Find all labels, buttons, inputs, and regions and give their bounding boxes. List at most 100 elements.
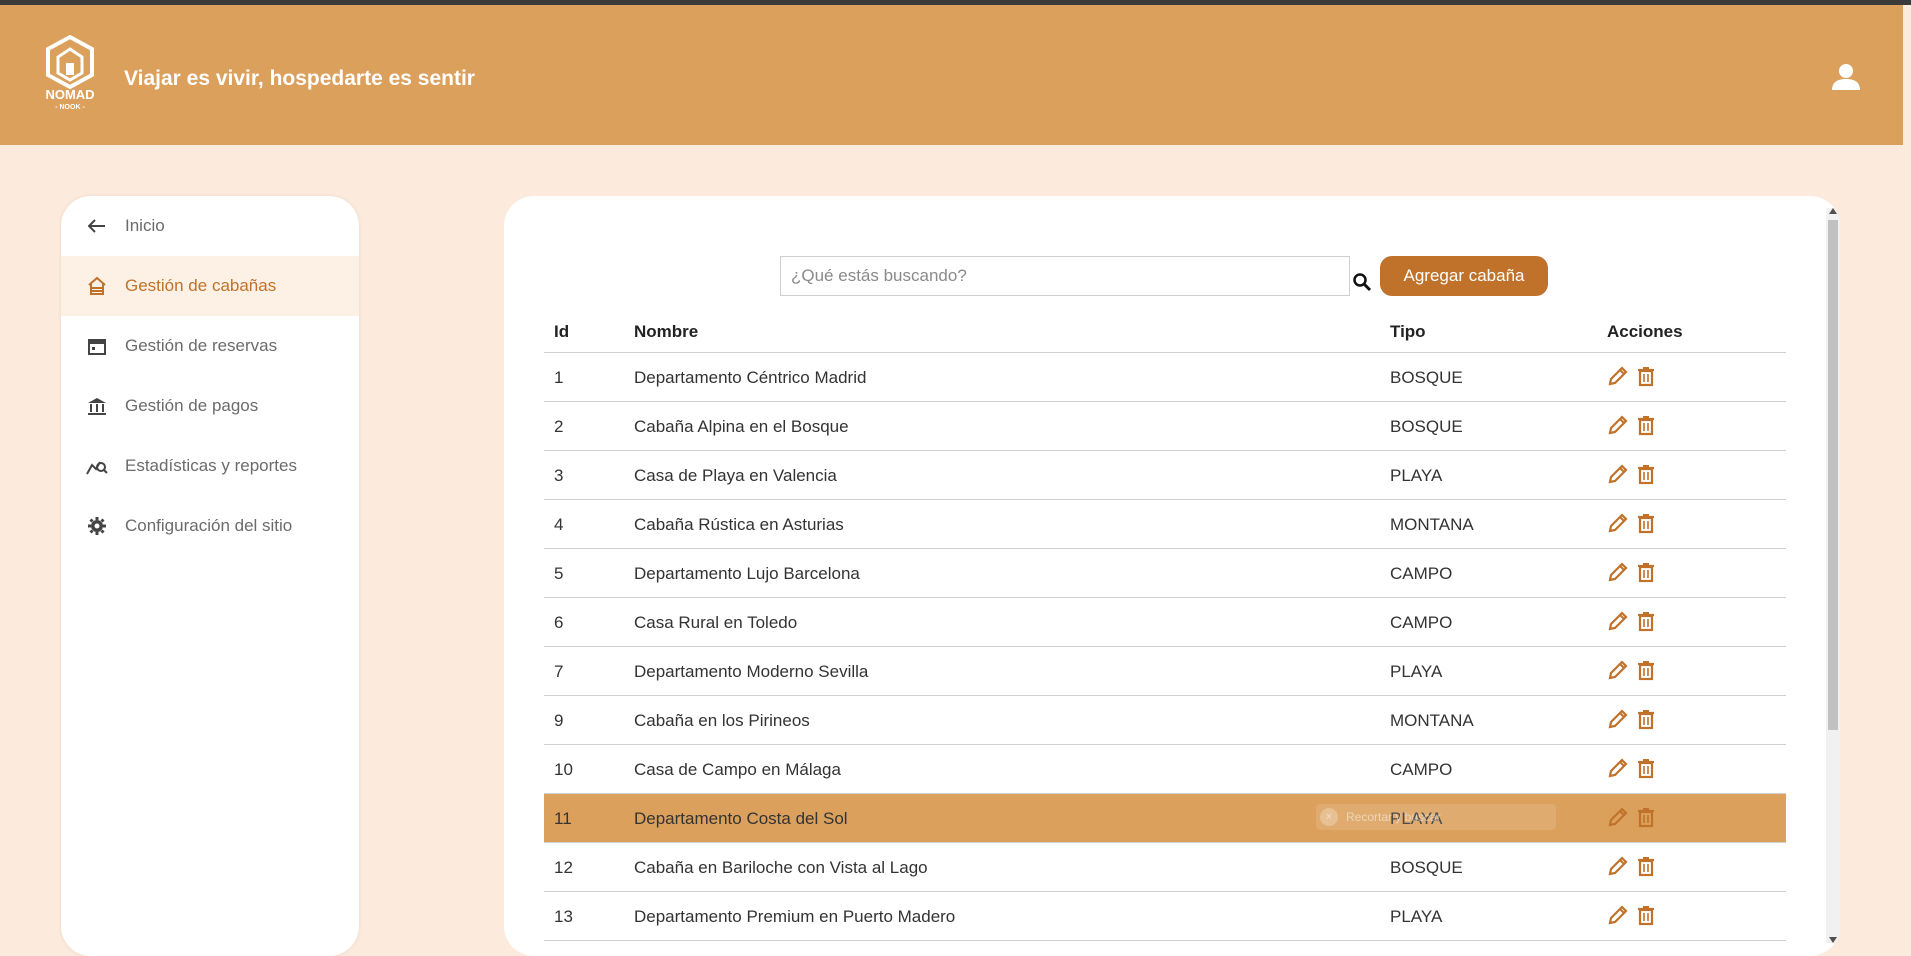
cell-id: 4 [554,515,564,534]
edit-pencil-icon[interactable] [1607,659,1629,681]
logo-mark-icon: NOMAD - NOOK - [45,34,95,111]
delete-trash-icon[interactable] [1635,512,1657,534]
crop-search-tooltip[interactable]: × Recortar y buscar [1316,804,1556,830]
cell-acciones [1607,806,1657,828]
cell-id: 11 [554,809,572,828]
edit-pencil-icon[interactable] [1607,610,1629,632]
delete-trash-icon[interactable] [1635,904,1657,926]
nomad-nook-logo[interactable]: NOMAD - NOOK - [40,34,100,115]
cell-id: 9 [554,711,564,730]
cell-acciones [1607,904,1657,926]
delete-trash-icon[interactable] [1635,806,1657,828]
sidebar-item-inicio[interactable]: Inicio [61,196,359,256]
cell-tipo: CAMPO [1390,760,1453,779]
table-row[interactable]: 10 Casa de Campo en Málaga CAMPO [544,745,1786,794]
cell-nombre: Departamento Costa del Sol [634,809,848,828]
edit-pencil-icon[interactable] [1607,365,1629,387]
scrollbar-thumb[interactable] [1828,220,1838,730]
table-row[interactable]: 7 Departamento Moderno Sevilla PLAYA [544,647,1786,696]
column-header-nombre: Nombre [634,322,699,341]
sidebar-item-configuracion[interactable]: Configuración del sitio [61,496,359,556]
sidebar-item-gestion-reservas[interactable]: Gestión de reservas [61,316,359,376]
cell-nombre: Departamento Premium en Puerto Madero [634,907,956,926]
cell-nombre: Departamento Lujo Barcelona [634,564,860,583]
delete-trash-icon[interactable] [1635,708,1657,730]
edit-pencil-icon[interactable] [1607,414,1629,436]
scroll-down-arrow[interactable] [1829,937,1837,943]
cell-acciones [1607,463,1657,485]
user-icon[interactable] [1829,60,1863,94]
delete-trash-icon[interactable] [1635,414,1657,436]
cell-nombre: Casa de Playa en Valencia [634,466,837,485]
sidebar-item-estadisticas[interactable]: Estadísticas y reportes [61,436,359,496]
sidebar-item-gestion-cabanas[interactable]: Gestión de cabañas [61,256,359,316]
cell-id: 10 [554,760,573,779]
cell-id: 13 [554,907,573,926]
table-row[interactable]: 9 Cabaña en los Pirineos MONTANA [544,696,1786,745]
cell-tipo: BOSQUE [1390,368,1463,387]
column-header-id: Id [554,322,570,341]
cell-nombre: Cabaña Alpina en el Bosque [634,417,849,436]
edit-pencil-icon[interactable] [1607,806,1629,828]
cell-id: 6 [554,613,564,632]
edit-pencil-icon[interactable] [1607,463,1629,485]
cell-acciones [1607,708,1657,730]
table-row[interactable]: 13 Departamento Premium en Puerto Madero P… [544,892,1786,941]
edit-pencil-icon[interactable] [1607,904,1629,926]
table-body: 1 Departamento Céntrico Madrid BOSQUE 2 Caba… [544,353,1786,941]
table-header-row: Id Nombre Tipo Acciones [544,306,1786,353]
cell-acciones [1607,757,1657,779]
delete-trash-icon[interactable] [1635,610,1657,632]
scrollbar[interactable] [1826,208,1840,943]
cell-tipo: MONTANA [1390,515,1474,534]
column-header-tipo: Tipo [1390,322,1426,341]
scroll-up-arrow[interactable] [1829,208,1837,214]
cabin-icon [85,274,109,298]
app-header: NOMAD - NOOK - Viajar es vivir, hospedar… [0,5,1903,145]
table-row[interactable]: 2 Cabaña Alpina en el Bosque BOSQUE [544,402,1786,451]
tooltip-text: Recortar y buscar [1346,810,1441,824]
table-row[interactable]: 12 Cabaña en Bariloche con Vista al Lago B… [544,843,1786,892]
search-input[interactable] [780,256,1350,296]
search-icon[interactable] [1352,272,1372,292]
cabins-table: Id Nombre Tipo Acciones 1 Departamento Cé… [544,306,1786,941]
table-row[interactable]: 11 Departamento Costa del Sol PLAYA × Recort… [544,794,1786,843]
cell-id: 12 [554,858,573,877]
table-row[interactable]: 6 Casa Rural en Toledo CAMPO [544,598,1786,647]
table-row[interactable]: 5 Departamento Lujo Barcelona CAMPO [544,549,1786,598]
table-row[interactable]: 3 Casa de Playa en Valencia PLAYA [544,451,1786,500]
delete-trash-icon[interactable] [1635,757,1657,779]
edit-pencil-icon[interactable] [1607,512,1629,534]
cell-tipo: MONTANA [1390,711,1474,730]
edit-pencil-icon[interactable] [1607,757,1629,779]
sidebar-item-gestion-pagos[interactable]: Gestión de pagos [61,376,359,436]
delete-trash-icon[interactable] [1635,659,1657,681]
sidebar-item-label: Gestión de reservas [125,336,278,355]
gear-icon [85,514,109,538]
cell-nombre: Departamento Céntrico Madrid [634,368,867,387]
cell-acciones [1607,610,1657,632]
delete-trash-icon[interactable] [1635,855,1657,877]
edit-pencil-icon[interactable] [1607,708,1629,730]
header-tagline: Viajar es vivir, hospedarte es sentir [124,67,475,90]
cell-acciones [1607,512,1657,534]
delete-trash-icon[interactable] [1635,365,1657,387]
main-panel: Agregar cabaña Id Nombre Tipo Acciones 1… [504,196,1840,956]
cell-nombre: Departamento Moderno Sevilla [634,662,869,681]
add-cabin-button[interactable]: Agregar cabaña [1380,256,1548,296]
cell-tipo: CAMPO [1390,613,1453,632]
cell-id: 7 [554,662,564,681]
table-row[interactable]: 1 Departamento Céntrico Madrid BOSQUE [544,353,1786,402]
cell-nombre: Cabaña en Bariloche con Vista al Lago [634,858,928,877]
cell-nombre: Cabaña Rústica en Asturias [634,515,844,534]
delete-trash-icon[interactable] [1635,561,1657,583]
close-icon[interactable]: × [1320,808,1338,826]
arrow-left-icon [85,214,109,238]
cell-nombre: Cabaña en los Pirineos [634,711,810,730]
cell-tipo: BOSQUE [1390,417,1463,436]
delete-trash-icon[interactable] [1635,463,1657,485]
edit-pencil-icon[interactable] [1607,855,1629,877]
edit-pencil-icon[interactable] [1607,561,1629,583]
table-row[interactable]: 4 Cabaña Rústica en Asturias MONTANA [544,500,1786,549]
column-header-acciones: Acciones [1607,322,1683,341]
